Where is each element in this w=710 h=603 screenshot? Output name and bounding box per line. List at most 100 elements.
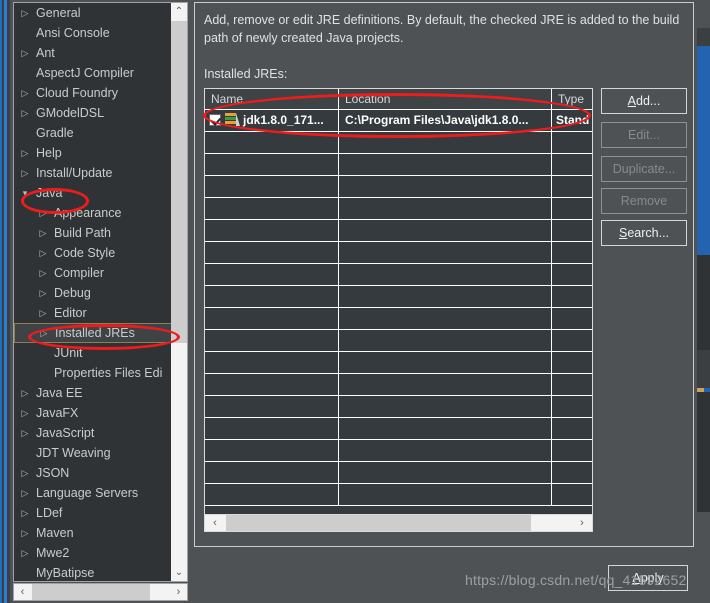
tree-item-gradle[interactable]: Gradle [14,123,172,143]
cell-name: jdk1.8.0_171... [205,110,339,131]
jre-table[interactable]: Name Location Type jdk1.8.0_171... C:\Pro… [204,88,593,528]
chevron-down-icon[interactable]: ▾ [19,183,31,203]
jre-table-header: Name Location Type [205,89,592,110]
chevron-right-icon[interactable]: ▷ [19,143,31,163]
tree-item-properties-files-edi[interactable]: Properties Files Edi [14,363,172,383]
tree-item-ant[interactable]: ▷ Ant [14,43,172,63]
jre-table-horizontal-scrollbar[interactable]: ‹ › [204,514,593,532]
search-button[interactable]: Search... [601,220,687,246]
tree-item-debug[interactable]: ▷ Debug [14,283,172,303]
tree-item-code-style[interactable]: ▷ Code Style [14,243,172,263]
tree-item-language-servers[interactable]: ▷ Language Servers [14,483,172,503]
checkbox-checked-icon[interactable] [209,114,221,126]
scroll-right-icon[interactable]: › [572,515,592,531]
chevron-right-icon[interactable]: ▷ [19,383,31,403]
table-row-empty[interactable] [205,418,592,440]
scroll-up-icon[interactable]: ⌃ [171,3,187,20]
table-row-empty[interactable] [205,484,592,506]
tree-item-mybatipse[interactable]: MyBatipse [14,563,172,581]
tree-item-maven[interactable]: ▷ Maven [14,523,172,543]
chevron-right-icon[interactable]: ▷ [19,103,31,123]
tree-vertical-scrollbar[interactable]: ⌃ ⌄ [171,3,187,581]
table-row-empty[interactable] [205,462,592,484]
table-row-empty[interactable] [205,132,592,154]
tree-no-icon [19,443,31,463]
chevron-right-icon[interactable]: ▷ [38,324,50,344]
tree-item-compiler[interactable]: ▷ Compiler [14,263,172,283]
chevron-right-icon[interactable]: ▷ [37,243,49,263]
table-row-empty[interactable] [205,396,592,418]
remove-button: Remove [601,188,687,214]
tree-item-ldef[interactable]: ▷ LDef [14,503,172,523]
tree-item-javascript[interactable]: ▷ JavaScript [14,423,172,443]
tree-item-label: GModelDSL [36,106,105,120]
tree-item-label: Installed JREs [55,326,135,340]
tree-item-gmodeldsl[interactable]: ▷ GModelDSL [14,103,172,123]
table-row[interactable]: jdk1.8.0_171... C:\Program Files\Java\jdk… [205,110,592,132]
column-header-name[interactable]: Name [205,89,339,109]
jre-table-hscroll-thumb[interactable] [226,515,531,531]
table-row-empty[interactable] [205,374,592,396]
table-row-empty[interactable] [205,352,592,374]
chevron-right-icon[interactable]: ▷ [19,163,31,183]
scroll-left-icon[interactable]: ‹ [14,584,31,600]
tree-vscroll-thumb[interactable] [171,21,187,343]
chevron-right-icon[interactable]: ▷ [19,523,31,543]
tree-hscroll-thumb[interactable] [32,584,150,600]
chevron-right-icon[interactable]: ▷ [19,483,31,503]
table-row-empty[interactable] [205,330,592,352]
tree-item-javafx[interactable]: ▷ JavaFX [14,403,172,423]
chevron-right-icon[interactable]: ▷ [37,303,49,323]
chevron-right-icon[interactable]: ▷ [37,263,49,283]
tree-no-icon [37,343,49,363]
tree-item-label: Editor [54,306,87,320]
table-row-empty[interactable] [205,242,592,264]
table-row-empty[interactable] [205,154,592,176]
tree-item-appearance[interactable]: ▷ Appearance [14,203,172,223]
scroll-left-icon[interactable]: ‹ [205,515,225,531]
tree-item-installed-jres[interactable]: ▷ Installed JREs [14,323,172,343]
tree-item-install-update[interactable]: ▷ Install/Update [14,163,172,183]
column-header-location[interactable]: Location [339,89,552,109]
tree-item-ansi-console[interactable]: Ansi Console [14,23,172,43]
tree-item-aspectj-compiler[interactable]: AspectJ Compiler [14,63,172,83]
tree-horizontal-scrollbar[interactable]: ‹ › [13,583,188,601]
scroll-down-icon[interactable]: ⌄ [171,564,187,581]
tree-item-editor[interactable]: ▷ Editor [14,303,172,323]
table-row-empty[interactable] [205,440,592,462]
preferences-dialog-screenshot: ▷ General Ansi Console ▷ Ant AspectJ Compiler… [0,0,710,603]
preferences-tree-list[interactable]: ▷ General Ansi Console ▷ Ant AspectJ Compiler… [14,3,172,581]
tree-item-junit[interactable]: JUnit [14,343,172,363]
add-button[interactable]: Add... [601,88,687,114]
chevron-right-icon[interactable]: ▷ [19,463,31,483]
table-row-empty[interactable] [205,220,592,242]
table-row-empty[interactable] [205,176,592,198]
table-row-empty[interactable] [205,308,592,330]
chevron-right-icon[interactable]: ▷ [19,43,31,63]
chevron-right-icon[interactable]: ▷ [19,83,31,103]
chevron-right-icon[interactable]: ▷ [19,543,31,563]
scroll-right-icon[interactable]: › [170,584,187,600]
chevron-right-icon[interactable]: ▷ [37,283,49,303]
column-header-type[interactable]: Type [552,89,592,109]
chevron-right-icon[interactable]: ▷ [19,3,31,23]
tree-item-mwe2[interactable]: ▷ Mwe2 [14,543,172,563]
tree-item-java[interactable]: ▾ Java [14,183,172,203]
tree-item-json[interactable]: ▷ JSON [14,463,172,483]
tree-item-help[interactable]: ▷ Help [14,143,172,163]
table-row-empty[interactable] [205,264,592,286]
chevron-right-icon[interactable]: ▷ [19,503,31,523]
tree-item-cloud-foundry[interactable]: ▷ Cloud Foundry [14,83,172,103]
chevron-right-icon[interactable]: ▷ [19,423,31,443]
chevron-right-icon[interactable]: ▷ [37,203,49,223]
chevron-right-icon[interactable]: ▷ [37,223,49,243]
tree-item-java-ee[interactable]: ▷ Java EE [14,383,172,403]
tree-item-build-path[interactable]: ▷ Build Path [14,223,172,243]
tree-item-general[interactable]: ▷ General [14,3,172,23]
tree-item-jdt-weaving[interactable]: JDT Weaving [14,443,172,463]
installed-jres-page: Add, remove or edit JRE definitions. By … [194,2,694,547]
chevron-right-icon[interactable]: ▷ [19,403,31,423]
preferences-tree[interactable]: ▷ General Ansi Console ▷ Ant AspectJ Compiler… [13,2,188,582]
table-row-empty[interactable] [205,198,592,220]
table-row-empty[interactable] [205,286,592,308]
